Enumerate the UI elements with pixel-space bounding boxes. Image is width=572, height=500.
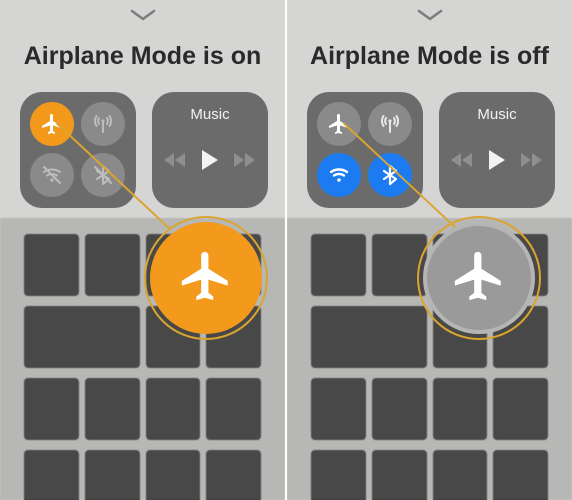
bluetooth-toggle[interactable]: [81, 153, 125, 197]
panel-airplane-off: Airplane Mode is off: [285, 0, 572, 500]
panel-airplane-on: Airplane Mode is on: [0, 0, 285, 500]
music-block[interactable]: Music: [439, 92, 555, 208]
connectivity-block: [307, 92, 423, 208]
forward-icon[interactable]: [521, 152, 543, 173]
chevron-down-icon[interactable]: [130, 8, 156, 27]
music-label: Music: [190, 106, 229, 123]
wifi-toggle[interactable]: [317, 153, 361, 197]
wifi-icon: [327, 163, 351, 187]
airplane-icon: [177, 247, 235, 310]
cellular-toggle[interactable]: [368, 102, 412, 146]
panel-title: Airplane Mode is on: [0, 42, 285, 71]
cellular-icon: [91, 112, 115, 136]
cellular-toggle[interactable]: [81, 102, 125, 146]
bluetooth-toggle[interactable]: [368, 153, 412, 197]
wifi-off-icon: [40, 163, 64, 187]
zoom-callout: [417, 216, 541, 340]
music-block[interactable]: Music: [152, 92, 268, 208]
zoom-callout: [144, 216, 268, 340]
airplane-icon: [450, 247, 508, 310]
airplane-mode-toggle[interactable]: [30, 102, 74, 146]
forward-icon[interactable]: [234, 152, 256, 173]
rewind-icon[interactable]: [451, 152, 473, 173]
connectivity-block: [20, 92, 136, 208]
play-icon[interactable]: [200, 149, 220, 176]
rewind-icon[interactable]: [164, 152, 186, 173]
panel-title: Airplane Mode is off: [287, 42, 572, 71]
airplane-icon: [327, 112, 351, 136]
chevron-down-icon[interactable]: [417, 8, 443, 27]
wifi-toggle[interactable]: [30, 153, 74, 197]
music-label: Music: [477, 106, 516, 123]
airplane-mode-toggle[interactable]: [317, 102, 361, 146]
play-icon[interactable]: [487, 149, 507, 176]
airplane-icon: [40, 112, 64, 136]
cellular-icon: [378, 112, 402, 136]
